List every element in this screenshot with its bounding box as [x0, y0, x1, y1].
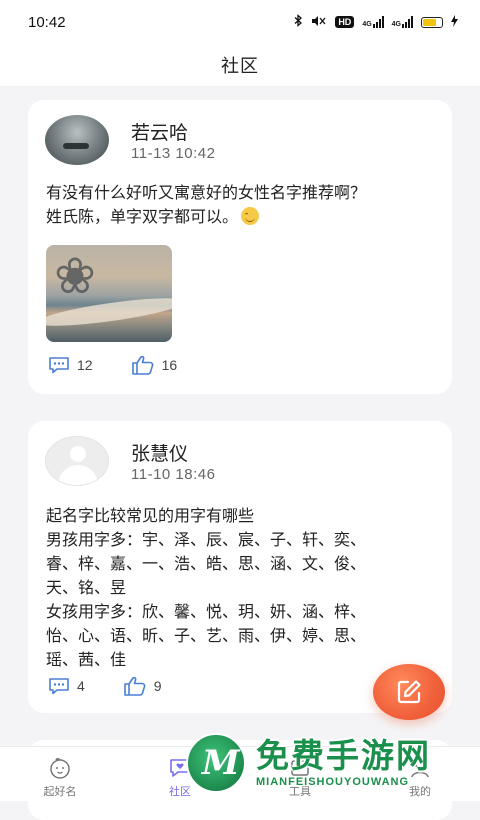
tab-label: 社区 [169, 786, 191, 798]
post-timestamp: 11-10 18:46 [131, 466, 216, 483]
post-timestamp: 11-13 10:42 [131, 145, 216, 162]
signal-icon: 4G [362, 16, 384, 28]
tab-community[interactable]: 社区 [120, 747, 240, 801]
post-actions: 4 9 [48, 676, 200, 696]
post-line: 睿、梓、嘉、一、浩、皓、思、涵、文、俊、 [46, 556, 367, 573]
charging-icon [451, 14, 458, 30]
post-line: 男孩用字多：宇、泽、辰、宸、子、轩、奕、 [46, 532, 367, 549]
comment-icon [49, 678, 69, 695]
post-line: 有没有什么好听又寓意好的女性名字推荐啊？ [46, 185, 367, 202]
like-count: 9 [153, 678, 162, 694]
tab-tools[interactable]: 工具 [240, 747, 360, 801]
post-author[interactable]: 张慧仪 [131, 439, 188, 466]
image-calligraphy: ❀ [54, 247, 96, 305]
chat-heart-icon [168, 757, 192, 779]
baby-face-icon [48, 757, 72, 779]
post-line: 天、铭、昱 [46, 580, 127, 597]
post-content: 有没有什么好听又寓意好的女性名字推荐啊？ 姓氏陈，单字双字都可以。 [46, 182, 441, 230]
comment-icon [49, 357, 69, 374]
tab-profile[interactable]: 我的 [360, 747, 480, 801]
post-author[interactable]: 若云哈 [131, 118, 188, 145]
page-title: 社区 [221, 56, 259, 76]
post-actions: 12 16 [48, 355, 215, 375]
tab-naming[interactable]: 起好名 [0, 747, 120, 801]
bottom-tab-bar: 起好名 社区 工具 我的 [0, 746, 480, 801]
hd-badge: HD [335, 16, 355, 28]
post-line: 女孩用字多：欣、馨、悦、玥、妍、涵、梓、 [46, 604, 367, 621]
tab-label: 工具 [289, 786, 311, 798]
post-card[interactable]: 若云哈 11-13 10:42 有没有什么好听又寓意好的女性名字推荐啊？ 姓氏陈… [28, 100, 452, 394]
thumbs-up-icon [131, 355, 153, 375]
post-line: 怡、心、语、昕、子、艺、雨、伊、婷、思、 [46, 628, 367, 645]
post-content: 起名字比较常见的用字有哪些 男孩用字多：宇、泽、辰、宸、子、轩、奕、 睿、梓、嘉… [46, 505, 441, 673]
comment-count: 4 [77, 678, 85, 694]
post-image[interactable]: ❀ [46, 245, 172, 342]
comment-button[interactable]: 12 [48, 356, 93, 374]
status-time: 10:42 [28, 13, 66, 31]
comment-button[interactable]: 4 [48, 677, 85, 695]
profile-icon [408, 757, 432, 779]
network-type-label: 4G [362, 21, 372, 28]
avatar[interactable] [45, 115, 109, 165]
like-count: 16 [161, 357, 178, 373]
edit-icon [397, 680, 421, 704]
post-line: 起名字比较常见的用字有哪些 [46, 508, 255, 525]
battery-icon [421, 16, 443, 28]
comment-count: 12 [77, 357, 93, 373]
mute-icon [311, 15, 327, 30]
like-button[interactable]: 9 [123, 676, 162, 696]
avatar-body-shape [58, 465, 98, 485]
smile-emoji-icon [241, 207, 260, 225]
tools-icon [288, 757, 312, 779]
page-header: 社区 [0, 44, 480, 86]
post-line: 姓氏陈，单字双字都可以。 [46, 206, 441, 230]
tab-label: 起好名 [43, 786, 77, 798]
thumbs-up-icon [123, 676, 146, 696]
status-icons: HD 4G 4G [294, 14, 458, 30]
tab-label: 我的 [409, 786, 431, 798]
network-type-label: 4G [391, 21, 401, 28]
like-button[interactable]: 16 [131, 355, 178, 375]
compose-post-button[interactable] [373, 664, 445, 720]
avatar[interactable] [45, 436, 109, 486]
bluetooth-icon [294, 14, 303, 30]
post-line: 瑶、茜、佳 [46, 652, 127, 669]
signal-icon: 4G [392, 16, 413, 28]
avatar-head-shape [70, 446, 86, 462]
post-line-text: 姓氏陈，单字双字都可以。 [46, 209, 239, 226]
status-bar: 10:42 HD 4G 4G [0, 0, 480, 44]
